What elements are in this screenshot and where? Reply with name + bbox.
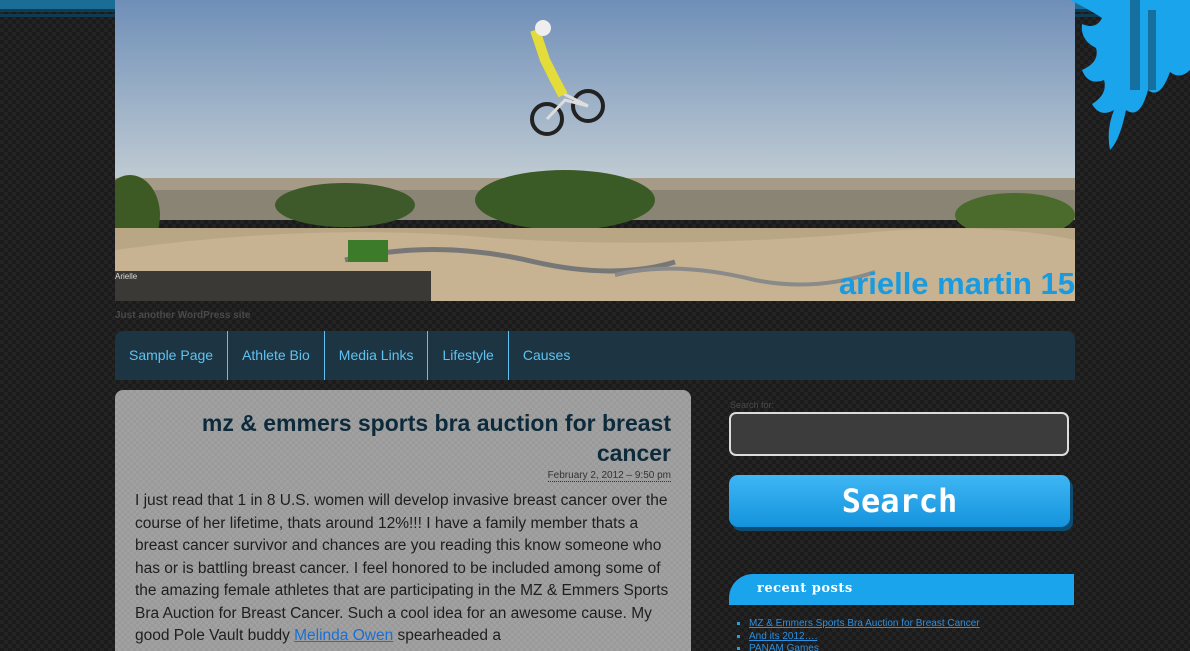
nav-item-lifestyle[interactable]: Lifestyle (428, 331, 509, 380)
list-item: PANAM Games (749, 643, 980, 651)
post-body: I just read that 1 in 8 U.S. women will … (135, 490, 675, 648)
recent-posts-header: recent posts (729, 574, 1074, 605)
nav-item-media-links[interactable]: Media Links (325, 331, 429, 380)
nav-item-athlete-bio[interactable]: Athlete Bio (228, 331, 325, 380)
search-input[interactable] (729, 412, 1069, 456)
melinda-owen-link[interactable]: Melinda Owen (294, 627, 393, 644)
site-tagline: Just another WordPress site (115, 310, 251, 321)
post-date: February 2, 2012 – 9:50 pm (547, 470, 671, 482)
main-navigation: Sample Page Athlete Bio Media Links Life… (115, 331, 1075, 380)
recent-post-link[interactable]: MZ & Emmers Sports Bra Auction for Breas… (749, 618, 980, 629)
post-body-text: I just read that 1 in 8 U.S. women will … (135, 492, 669, 644)
image-caption: Arielle (115, 272, 138, 281)
caption-strip (115, 271, 431, 301)
nav-item-causes[interactable]: Causes (509, 331, 584, 380)
bmx-photo (115, 0, 1075, 301)
list-item: And its 2012…. (749, 631, 980, 644)
post-body-continued: spearheaded a (393, 627, 501, 644)
search-button[interactable]: Search (729, 475, 1070, 527)
nav-item-sample-page[interactable]: Sample Page (115, 331, 229, 380)
post-title[interactable]: mz & emmers sports bra auction for breas… (151, 408, 671, 468)
recent-posts-title: recent posts (757, 581, 853, 596)
post-article: mz & emmers sports bra auction for breas… (115, 390, 691, 651)
recent-post-link[interactable]: And its 2012…. (749, 631, 817, 642)
paint-splatter-decoration (1070, 0, 1190, 150)
header-image: Arielle arielle martin 15 (115, 0, 1075, 301)
recent-post-link[interactable]: PANAM Games (749, 643, 819, 651)
site-title[interactable]: arielle martin 15 (839, 266, 1075, 301)
recent-posts-list: MZ & Emmers Sports Bra Auction for Breas… (749, 618, 980, 651)
list-item: MZ & Emmers Sports Bra Auction for Breas… (749, 618, 980, 631)
search-label: Search for: (730, 400, 775, 410)
